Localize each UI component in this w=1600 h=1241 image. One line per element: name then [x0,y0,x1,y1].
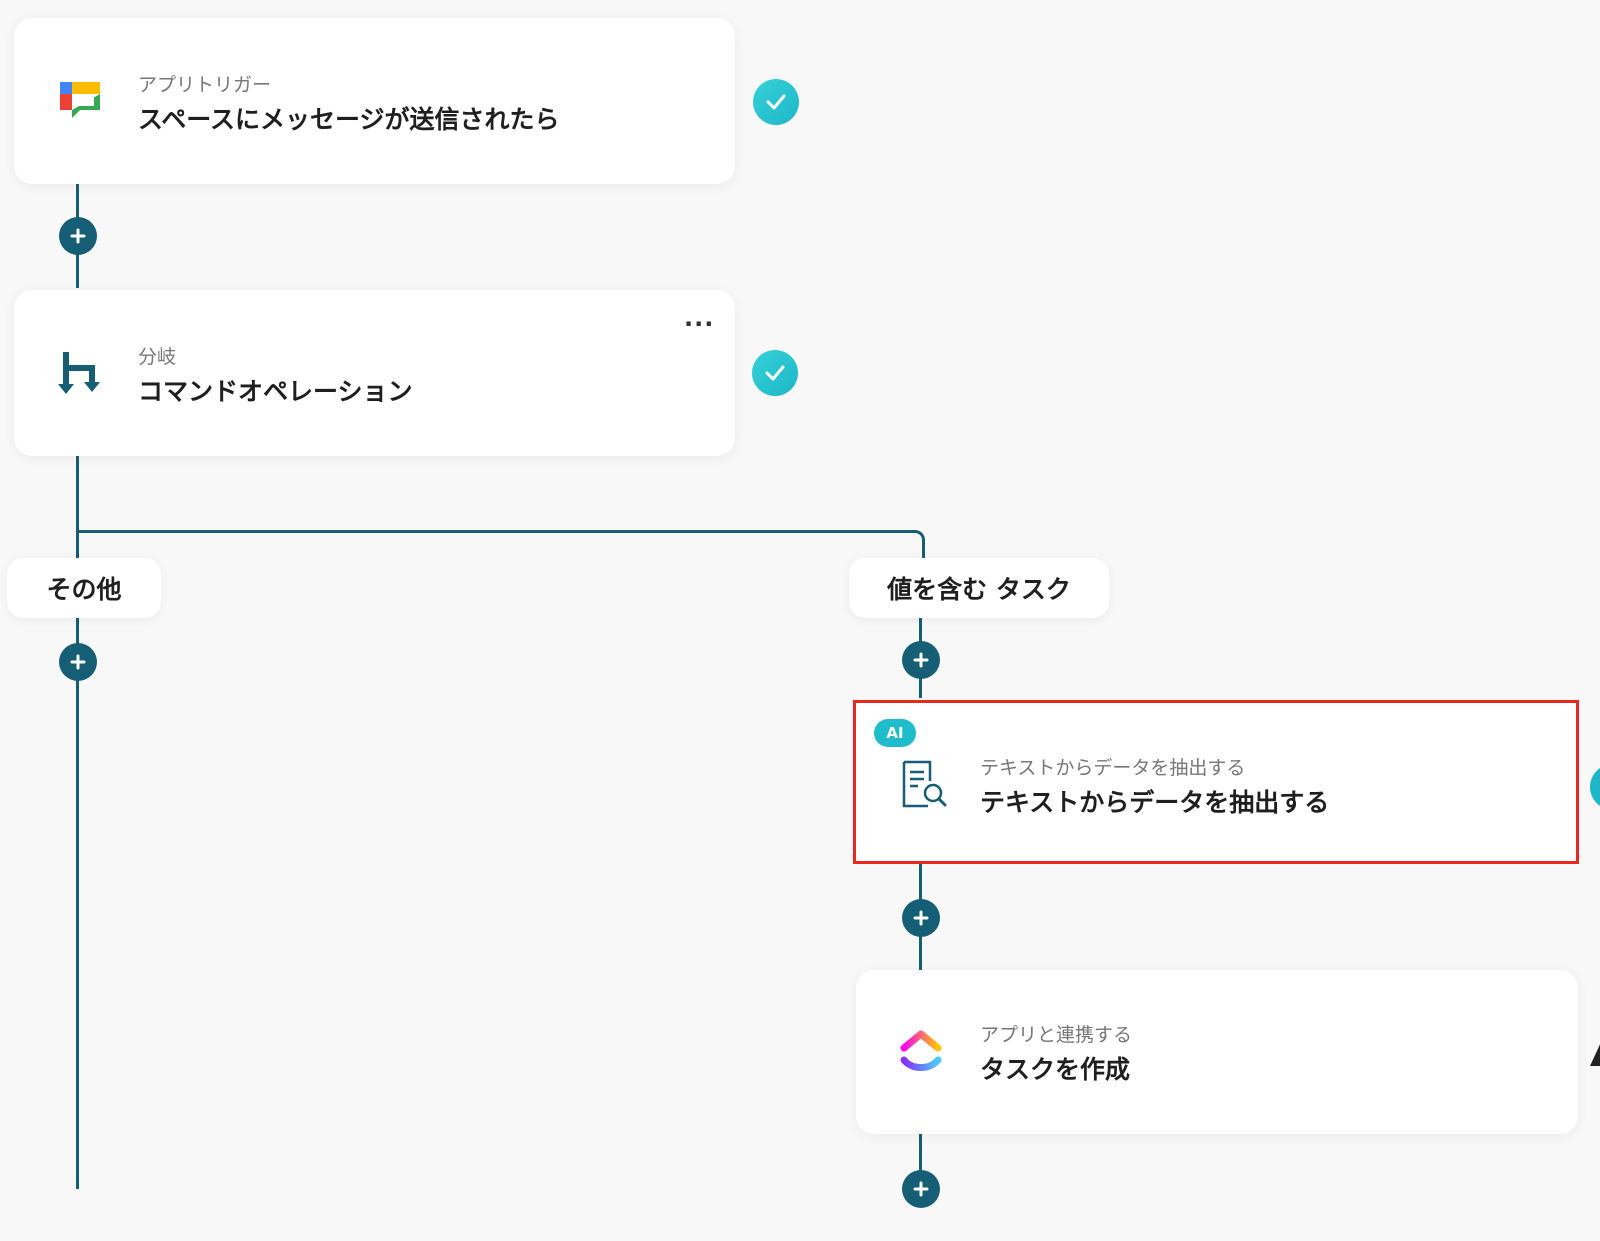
step-card-create-task[interactable]: アプリと連携する タスクを作成 [856,970,1578,1134]
check-icon [752,350,798,396]
add-step-button[interactable] [59,217,97,255]
step-title: コマンドオペレーション [138,377,413,406]
step-subtitle: テキストからデータを抽出する [980,757,1246,779]
google-chat-icon [58,78,104,124]
flow-line-right-branch-3 [919,1134,922,1174]
clickup-icon [898,1028,944,1074]
add-step-button[interactable] [902,1170,940,1208]
document-search-icon [898,759,947,808]
branch-label-other[interactable]: その他 [7,558,161,618]
warning-icon-partial [1590,1040,1600,1066]
branch-connector [76,530,925,565]
flow-line-left-branch [76,618,79,1189]
add-step-button[interactable] [902,641,940,679]
check-icon [753,79,799,125]
step-subtitle: 分岐 [138,346,177,368]
more-menu-button[interactable]: ... [684,304,714,332]
add-step-button[interactable] [902,899,940,937]
branch-label-contains-task[interactable]: 値を含む タスク [849,558,1109,618]
ai-badge: AI [874,719,916,747]
step-subtitle: アプリと連携する [980,1024,1133,1046]
add-step-button[interactable] [59,643,97,681]
step-card-branch[interactable]: 分岐 コマンドオペレーション ... [14,290,735,456]
step-card-extract-text[interactable]: AI テキストからデータを抽出する テキストからデータを抽出する [853,700,1579,864]
step-title: テキストからデータを抽出する [980,788,1330,817]
status-indicator-partial [1590,764,1600,810]
step-title: スペースにメッセージが送信されたら [138,105,560,134]
branch-icon [58,350,104,396]
step-subtitle: アプリトリガー [138,74,272,96]
step-card-trigger[interactable]: アプリトリガー スペースにメッセージが送信されたら [14,18,735,184]
flow-canvas: アプリトリガー スペースにメッセージが送信されたら 分岐 コマンドオペレーション… [0,0,1600,1241]
step-title: タスクを作成 [980,1055,1131,1084]
